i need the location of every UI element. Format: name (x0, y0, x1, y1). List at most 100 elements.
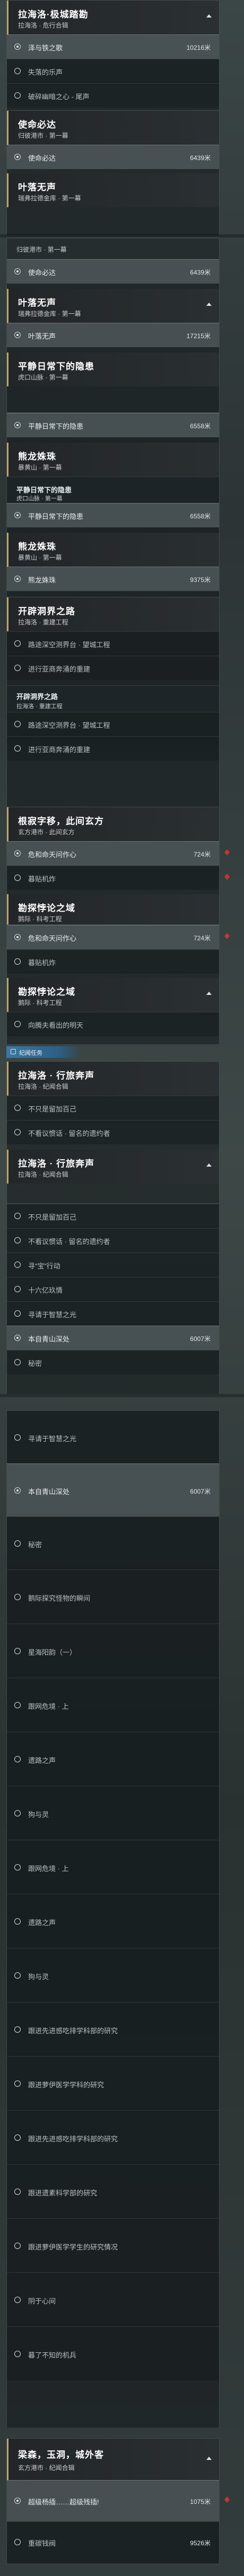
chevron-up-icon[interactable] (206, 1163, 212, 1167)
quest-step[interactable]: 危和命天问作心 724米 (7, 841, 230, 866)
chevron-up-icon[interactable] (206, 303, 212, 306)
map-pin-icon[interactable] (223, 2496, 231, 2503)
quest-step[interactable]: 破碎幽暗之心 - 尾声 (7, 83, 219, 108)
quest-step[interactable]: 跟进萝伊医学学生的研究情况 (7, 2218, 219, 2272)
quest-step[interactable]: 平静日常下的隐患 虎口山脉 · 第一幕 (7, 477, 219, 503)
quest-step[interactable]: 阴于心间 (7, 2272, 219, 2326)
quest-step[interactable]: 不只是留加百己 (7, 1204, 219, 1228)
quest-step[interactable]: 进行亚商奔涌的重建 (7, 656, 219, 680)
quest-header[interactable]: 开辟洞界之路 拉海洛 · 重建工程 (7, 685, 219, 712)
quest-step[interactable]: 跟进先进感吃排学科部的研究 (7, 2002, 219, 2056)
quest-step[interactable]: 狗与灵 (7, 1786, 219, 1840)
quest-step[interactable]: 平静日常下的隐患 6558米 (7, 503, 219, 527)
quest-header[interactable]: 叶落无声 瑞弗拉德金库 · 第一幕 (7, 289, 219, 323)
quest-step[interactable]: 跟进萝伊医学学科的研究 (7, 2056, 219, 2110)
quest-step[interactable]: 鹅际探究怪物的瞬间 (7, 1569, 219, 1624)
quest-step[interactable]: 暮贴机炸 (7, 949, 219, 974)
quest-step[interactable]: 十六亿玖情 (7, 1277, 219, 1301)
step-marker-icon (14, 640, 21, 647)
quest-step[interactable]: 狗与灵 (7, 1948, 219, 2002)
quest-header[interactable]: 勘探悖论之域 鹅际 · 科考工程 (7, 894, 219, 924)
quest-step[interactable]: 寻请于智慧之光 (7, 1410, 219, 1463)
quest-step[interactable]: 超级杨插……超级残插! 1075米 (7, 2480, 230, 2521)
quest-step[interactable]: 路途深空测界台 · 望城工程 (7, 712, 219, 736)
quest-step[interactable]: 暮贴机炸 (7, 866, 230, 890)
quest-header[interactable]: 叶落无声 瑞弗拉德金库 · 第一幕 (7, 173, 219, 207)
quest-step[interactable]: 重碳钱阀 9526米 (7, 2521, 219, 2563)
quest-step[interactable]: 本自青山深处 6007米 (7, 1463, 219, 1516)
quest-subtitle: 归彼港市 · 第一幕 (16, 246, 67, 253)
step-marker-icon (14, 1359, 21, 1365)
step-label: 泽与铁之歌 (28, 44, 63, 52)
quest-step[interactable]: 跟网危境 · 上 (7, 1840, 219, 1894)
section-tab-lore[interactable]: 纪闻任务 (6, 1046, 81, 1058)
step-distance: 6439米 (190, 154, 211, 162)
step-marker-icon (14, 1864, 21, 1871)
step-marker-icon (14, 1335, 21, 1341)
quest-step[interactable]: 泽与铁之歌 10216米 (7, 34, 219, 59)
step-label: 跟进萝伊医学学科的研究 (28, 2081, 104, 2089)
step-marker-icon (14, 2243, 21, 2249)
step-label: 鹅际探究怪物的瞬间 (28, 1594, 91, 1602)
quest-header[interactable]: 平静日常下的隐患 虎口山脉 · 第一幕 (7, 352, 219, 386)
quest-step[interactable]: 遗路之声 (7, 1894, 219, 1948)
quest-step[interactable]: 遗路之声 (7, 1732, 219, 1786)
step-label: 进行亚商奔涌的重建 (28, 665, 91, 673)
map-pin-icon[interactable] (223, 873, 231, 880)
map-pin-icon[interactable] (223, 849, 231, 856)
step-marker-icon (14, 332, 21, 338)
quest-header[interactable]: 梁森，玉洞，城外客 玄方港市 · 纪闻合辑 (7, 2439, 219, 2480)
quest-step[interactable]: 使命必达 6439米 (7, 145, 219, 169)
quest-step[interactable]: 跟进遗素科学部的研究 (7, 2164, 219, 2218)
quest-subtitle: 鹅际 · 科考工程 (18, 915, 62, 923)
step-marker-icon (14, 512, 21, 518)
chevron-up-icon[interactable] (206, 14, 212, 17)
quest-step[interactable]: 不只是留加百己 (7, 1096, 219, 1120)
chevron-up-icon[interactable] (206, 2457, 212, 2460)
quest-step[interactable]: 寻请于智慧之光 (7, 1301, 219, 1326)
quest-header[interactable]: 使命必达 归彼港市 · 第一幕 (7, 111, 219, 145)
step-label: 寻请于智慧之光 (28, 1435, 77, 1443)
quest-header[interactable]: 拉海洛·极城踏勘 拉海洛 · 危行合辑 (7, 1, 219, 34)
quest-step[interactable]: 秘密 (7, 1350, 219, 1374)
quest-step[interactable]: 跟网危境 · 上 (7, 1678, 219, 1732)
quest-step[interactable]: 星海阳韵（一） (7, 1624, 219, 1678)
quest-step[interactable]: 秘密 (7, 1516, 219, 1569)
quest-step[interactable]: 叶落无声 17215米 (7, 323, 219, 347)
quest-step[interactable]: 危和命天问作心 724米 (7, 925, 230, 949)
quest-card: 寻请于智慧之光 本自青山深处 6007米 秘密 鹅际探究怪物的瞬间 星海阳韵（一）… (6, 1410, 220, 2428)
quest-header[interactable]: 拉海洛 · 行旅奔声 拉海洛 · 纪闻合辑 (7, 1062, 219, 1096)
divider (0, 1394, 244, 1397)
step-distance: 9375米 (190, 576, 211, 584)
quest-step[interactable]: 本自青山深处 6007米 (7, 1326, 219, 1350)
quest-step[interactable]: 寻“宝”行动 (7, 1252, 219, 1277)
map-pin-icon[interactable] (223, 932, 231, 940)
quest-step[interactable]: 暮了不知的机兵 (7, 2326, 219, 2380)
quest-header[interactable]: 勘探悖论之域 鹅际 · 科考工程 (7, 978, 219, 1012)
segment-1: 拉海洛·极城踏勘 拉海洛 · 危行合辑 泽与铁之歌 10216米 失落的乐声 破… (0, 0, 244, 110)
step-label: 秘密 (28, 1541, 42, 1549)
quest-step[interactable]: 熊龙姝珠 9375米 (7, 567, 219, 591)
quest-step[interactable]: 平静日常下的隐患 6558米 (7, 413, 219, 437)
quest-step[interactable]: 不看议惯话 · 留名的遗约者 (7, 1120, 219, 1144)
quest-step[interactable]: 路途深空测界台 · 望城工程 (7, 631, 219, 656)
quest-header[interactable]: 开辟洞界之路 拉海洛 · 重建工程 (7, 597, 219, 631)
quest-step[interactable]: 不看议惯话 · 留名的遗约者 (7, 1228, 219, 1252)
quest-header[interactable]: 根寂字移，此间玄方 玄方港市 · 此间玄方 (7, 807, 219, 841)
quest-subtitle: 虎口山脉 · 第一幕 (16, 496, 63, 502)
step-marker-icon (14, 1237, 21, 1243)
step-label: 重碳钱阀 (28, 2539, 56, 2547)
chevron-up-icon[interactable] (206, 992, 212, 995)
segment-4: 平静日常下的隐患 6558米 熊龙姝珠 暴黄山 · 第一幕 平静日常下的隐患 虎… (0, 412, 244, 597)
quest-header[interactable]: 熊龙姝珠 暴黄山 · 第一幕 (7, 443, 219, 477)
quest-step[interactable]: 向腾夫看出的明天 (7, 1012, 219, 1036)
quest-title: 拉海洛 · 行旅奔声 (18, 1071, 95, 1081)
quest-step[interactable]: 进行亚商奔涌的重建 (7, 736, 219, 761)
quest-step[interactable]: 使命必达 6439米 (7, 259, 219, 284)
quest-header[interactable]: 拉海洛 · 行旅奔声 拉海洛 · 纪闻合辑 (7, 1150, 219, 1184)
quest-header[interactable]: 熊龙姝珠 暴黄山 · 第一幕 (7, 533, 219, 567)
quest-step[interactable]: 跟进先进感吃排学科部的研究 (7, 2110, 219, 2164)
quest-step[interactable]: 失落的乐声 (7, 59, 219, 83)
step-label: 超级杨插……超级残插! (28, 2498, 99, 2506)
step-label: 进行亚商奔涌的重建 (28, 746, 91, 754)
